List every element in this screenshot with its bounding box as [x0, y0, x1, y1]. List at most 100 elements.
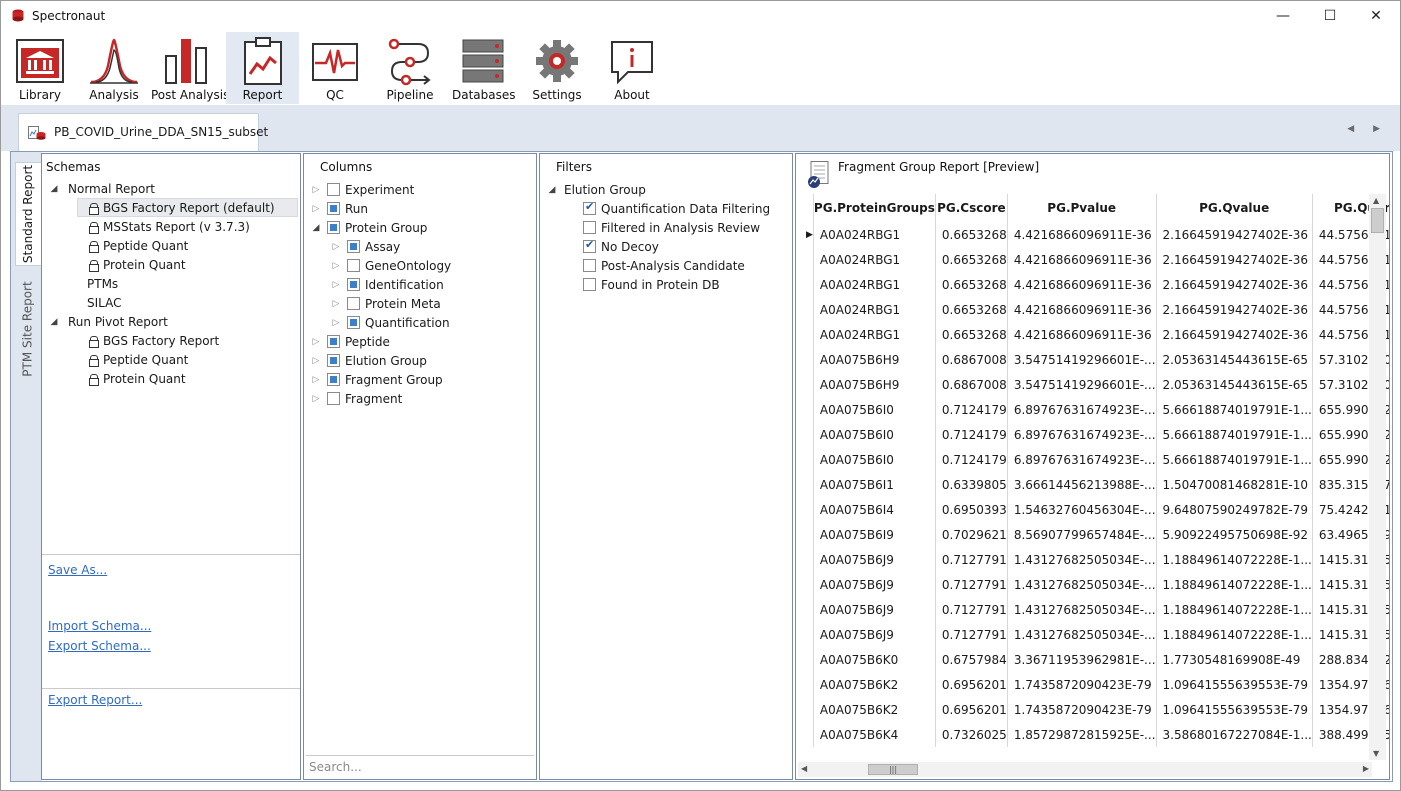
- column-node-quantification[interactable]: ▷ Quantification: [330, 313, 450, 332]
- collapse-arrow-icon[interactable]: ◢: [546, 185, 558, 195]
- table-cell[interactable]: 0.6653268: [935, 322, 1008, 347]
- import-schema-link[interactable]: Import Schema...: [48, 619, 151, 633]
- maximize-button[interactable]: ☐: [1307, 1, 1353, 31]
- table-row[interactable]: A0A075B6I0 0.7124179 6.89767631674923E-...…: [806, 422, 1389, 447]
- filter-no-decoy[interactable]: No Decoy: [583, 237, 659, 256]
- table-row[interactable]: A0A075B6I0 0.7124179 6.89767631674923E-...…: [806, 447, 1389, 472]
- table-cell[interactable]: 0.6653268: [935, 297, 1008, 322]
- table-cell[interactable]: 4.4216866096911E-36: [1007, 272, 1157, 297]
- table-row[interactable]: A0A075B6K2 0.6956201 1.7435872090423E-79 1.…: [806, 672, 1389, 697]
- table-row[interactable]: A0A075B6H9 0.6867008 3.54751419296601E-...…: [806, 347, 1389, 372]
- table-cell[interactable]: 1.43127682505034E-...: [1007, 547, 1157, 572]
- table-cell[interactable]: A0A075B6I0: [813, 422, 936, 447]
- table-row[interactable]: A0A024RBG1 0.6653268 4.4216866096911E-36 2.…: [806, 322, 1389, 347]
- table-row[interactable]: A0A075B6I4 0.6950393 1.54632760456304E-...…: [806, 497, 1389, 522]
- checkbox[interactable]: [327, 335, 340, 348]
- table-cell[interactable]: 0.6956201: [935, 672, 1008, 697]
- expand-arrow-icon[interactable]: ▷: [310, 356, 322, 366]
- column-header[interactable]: PG.Pvalue: [1007, 194, 1157, 222]
- row-header[interactable]: [806, 297, 814, 322]
- table-cell[interactable]: A0A075B6I9: [813, 522, 936, 547]
- table-row[interactable]: A0A075B6J9 0.7127791 1.43127682505034E-...…: [806, 597, 1389, 622]
- table-cell[interactable]: A0A075B6K0: [813, 647, 936, 672]
- tree-node-run-pivot-report[interactable]: ◢ Run Pivot Report: [48, 312, 168, 331]
- table-cell[interactable]: 4.4216866096911E-36: [1007, 247, 1157, 272]
- table-cell[interactable]: A0A075B6H9: [813, 372, 936, 397]
- toolbar-about-button[interactable]: About: [601, 32, 663, 104]
- table-cell[interactable]: A0A024RBG1: [813, 247, 936, 272]
- toolbar-databases-button[interactable]: Databases: [452, 32, 516, 104]
- columns-search-input[interactable]: Search...: [306, 755, 534, 777]
- checkbox[interactable]: [347, 259, 360, 272]
- close-button[interactable]: ✕: [1353, 1, 1399, 31]
- column-node-identification[interactable]: ▷ Identification: [330, 275, 444, 294]
- scroll-right-icon[interactable]: ▶: [1363, 764, 1369, 773]
- expand-arrow-icon[interactable]: ▷: [330, 242, 342, 252]
- table-cell[interactable]: 6.89767631674923E-...: [1007, 447, 1157, 472]
- row-header[interactable]: [806, 672, 814, 697]
- tab-scroll-arrows[interactable]: ◀ ▶: [1347, 124, 1388, 134]
- schema-item-pivot-bgs[interactable]: BGS Factory Report: [88, 331, 219, 350]
- column-node-fragment-group[interactable]: ▷ Fragment Group: [310, 370, 443, 389]
- row-header[interactable]: [806, 422, 814, 447]
- column-header[interactable]: PG.Cscore: [935, 194, 1008, 222]
- table-cell[interactable]: A0A075B6H9: [813, 347, 936, 372]
- table-row[interactable]: A0A075B6J9 0.7127791 1.43127682505034E-...…: [806, 572, 1389, 597]
- row-header[interactable]: [806, 522, 814, 547]
- row-header[interactable]: [806, 497, 814, 522]
- table-cell[interactable]: 2.16645919427402E-36: [1156, 297, 1313, 322]
- table-cell[interactable]: 5.90922495750698E-92: [1156, 522, 1313, 547]
- filter-post-analysis-candidate[interactable]: Post-Analysis Candidate: [583, 256, 745, 275]
- table-row[interactable]: A0A024RBG1 0.6653268 4.4216866096911E-36 2.…: [806, 297, 1389, 322]
- table-cell[interactable]: 1.54632760456304E-...: [1007, 497, 1157, 522]
- export-schema-link[interactable]: Export Schema...: [48, 639, 151, 653]
- filter-found-in-protein-db[interactable]: Found in Protein DB: [583, 275, 720, 294]
- table-cell[interactable]: 0.7127791: [935, 622, 1008, 647]
- table-cell[interactable]: 0.6950393: [935, 497, 1008, 522]
- table-cell[interactable]: 2.16645919427402E-36: [1156, 322, 1313, 347]
- table-cell[interactable]: 3.58680167227084E-1...: [1156, 722, 1313, 747]
- table-cell[interactable]: A0A024RBG1: [813, 297, 936, 322]
- table-cell[interactable]: 5.66618874019791E-1...: [1156, 447, 1313, 472]
- table-cell[interactable]: 0.6867008: [935, 347, 1008, 372]
- table-cell[interactable]: 1.43127682505034E-...: [1007, 622, 1157, 647]
- table-cell[interactable]: A0A024RBG1: [813, 222, 936, 247]
- row-header[interactable]: [806, 397, 814, 422]
- row-header[interactable]: [806, 597, 814, 622]
- column-node-elution-group[interactable]: ▷ Elution Group: [310, 351, 427, 370]
- row-header[interactable]: [806, 347, 814, 372]
- table-cell[interactable]: 5.66618874019791E-1...: [1156, 422, 1313, 447]
- table-cell[interactable]: A0A075B6I0: [813, 397, 936, 422]
- table-cell[interactable]: 2.05363145443615E-65: [1156, 372, 1313, 397]
- row-header[interactable]: [806, 647, 814, 672]
- expand-arrow-icon[interactable]: ▷: [310, 394, 322, 404]
- column-node-protein-meta[interactable]: ▷ Protein Meta: [330, 294, 441, 313]
- table-row[interactable]: A0A024RBG1 0.6653268 4.4216866096911E-36 2.…: [806, 247, 1389, 272]
- table-row[interactable]: A0A024RBG1 0.6653268 4.4216866096911E-36 2.…: [806, 272, 1389, 297]
- table-cell[interactable]: 4.4216866096911E-36: [1007, 297, 1157, 322]
- table-cell[interactable]: 4.4216866096911E-36: [1007, 322, 1157, 347]
- table-row[interactable]: A0A075B6K4 0.7326025 1.85729872815925E-...…: [806, 722, 1389, 747]
- column-node-experiment[interactable]: ▷ Experiment: [310, 180, 415, 199]
- schema-item-pivot-peptide-quant[interactable]: Peptide Quant: [88, 350, 188, 369]
- table-cell[interactable]: 2.05363145443615E-65: [1156, 347, 1313, 372]
- filter-node-elution-group[interactable]: ◢ Elution Group: [546, 180, 646, 199]
- table-cell[interactable]: 1.18849614072228E-1...: [1156, 597, 1313, 622]
- checkbox[interactable]: [327, 221, 340, 234]
- table-cell[interactable]: 5.66618874019791E-1...: [1156, 397, 1313, 422]
- column-node-assay[interactable]: ▷ Assay: [330, 237, 401, 256]
- table-cell[interactable]: 1.7730548169908E-49: [1156, 647, 1313, 672]
- toolbar-pipeline-button[interactable]: Pipeline: [379, 32, 441, 104]
- table-cell[interactable]: 3.66614456213988E-...: [1007, 472, 1157, 497]
- expand-arrow-icon[interactable]: ▷: [330, 280, 342, 290]
- collapse-arrow-icon[interactable]: ◢: [48, 317, 60, 327]
- table-cell[interactable]: 1.7435872090423E-79: [1007, 672, 1157, 697]
- checkbox[interactable]: [327, 392, 340, 405]
- row-header[interactable]: [806, 572, 814, 597]
- checkbox[interactable]: [347, 240, 360, 253]
- table-row[interactable]: A0A075B6I0 0.7124179 6.89767631674923E-...…: [806, 397, 1389, 422]
- table-cell[interactable]: A0A075B6I4: [813, 497, 936, 522]
- table-cell[interactable]: A0A075B6I1: [813, 472, 936, 497]
- column-node-run[interactable]: ▷ Run: [310, 199, 368, 218]
- table-cell[interactable]: 1.18849614072228E-1...: [1156, 547, 1313, 572]
